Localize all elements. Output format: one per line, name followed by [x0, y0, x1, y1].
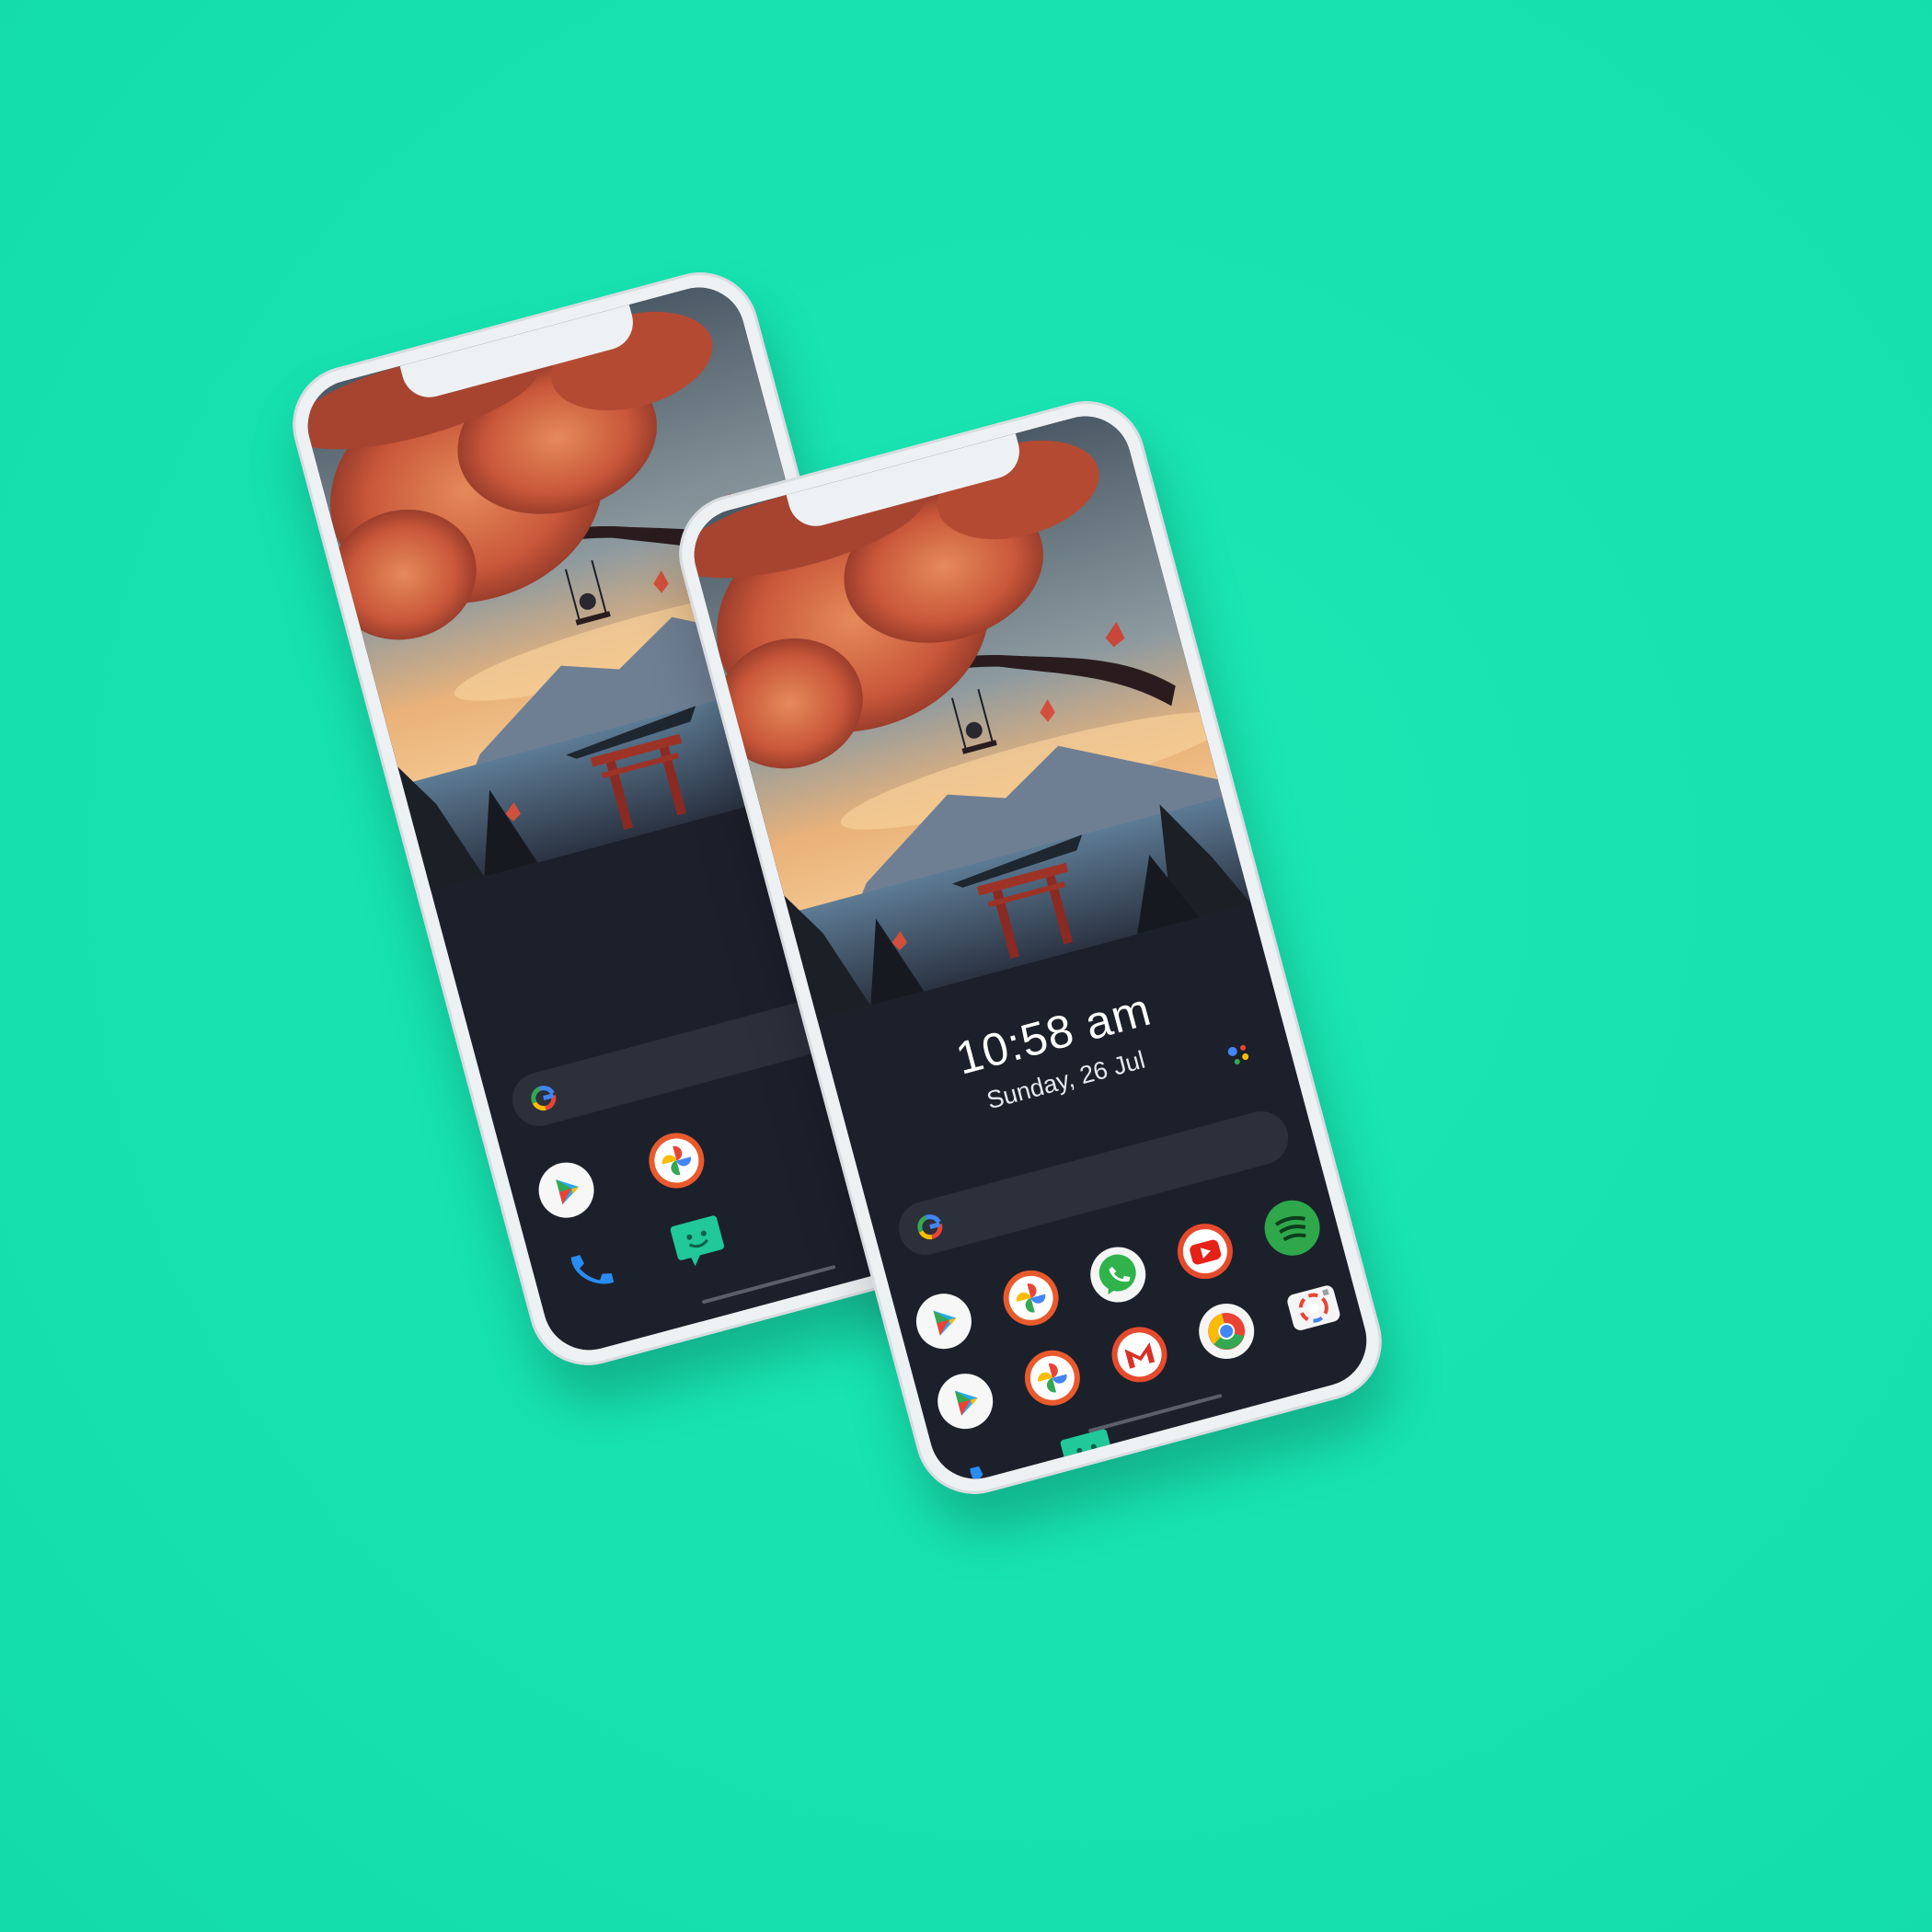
youtube-icon[interactable] — [1169, 1215, 1241, 1287]
front-phone-screen: 10:58 am Sunday, 26 Jul — [684, 406, 1377, 1489]
google-icon — [531, 1086, 557, 1111]
camera-icon[interactable] — [1278, 1271, 1350, 1343]
google-photos-icon[interactable] — [640, 1124, 712, 1196]
chrome-icon[interactable] — [1190, 1295, 1262, 1367]
phone-icon[interactable] — [552, 1234, 624, 1305]
google-photos-icon[interactable] — [995, 1262, 1066, 1334]
phone-icon[interactable] — [950, 1445, 1022, 1489]
play-store-icon[interactable] — [530, 1154, 602, 1225]
whatsapp-icon[interactable] — [1082, 1238, 1154, 1310]
google-photos-icon[interactable] — [1017, 1342, 1088, 1414]
google-icon — [917, 1214, 943, 1240]
spotify-icon[interactable] — [1256, 1192, 1328, 1264]
play-store-icon[interactable] — [908, 1285, 980, 1357]
gmail-icon[interactable] — [1103, 1318, 1175, 1390]
play-store-icon[interactable] — [929, 1365, 1001, 1437]
messages-icon[interactable] — [661, 1204, 733, 1276]
